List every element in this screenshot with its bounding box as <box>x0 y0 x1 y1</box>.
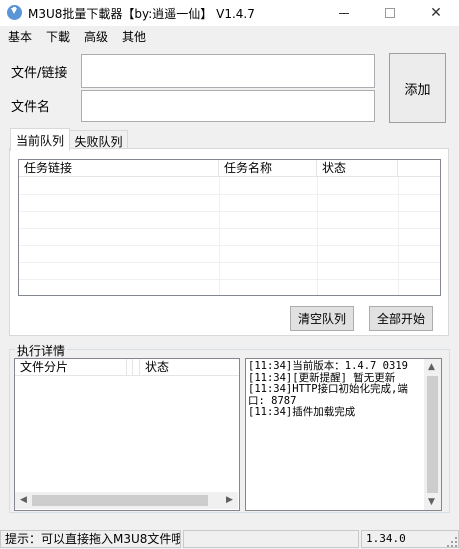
grid-line <box>19 211 440 212</box>
maximize-icon <box>385 8 395 18</box>
log-output[interactable]: [11:34]当前版本：1.4.7 0319 [11:34][更新提醒] 暂无更… <box>245 358 442 511</box>
add-button[interactable]: 添加 <box>389 53 446 123</box>
title-bar: M3U8批量下載器【by:逍遥一仙】 V1.4.7 ✕ <box>0 0 459 26</box>
grid-line <box>19 262 440 263</box>
menu-basic[interactable]: 基本 <box>8 28 32 45</box>
column-segment[interactable]: 文件分片 <box>15 359 127 376</box>
segments-horizontal-scrollbar[interactable]: ◀ ▶ <box>15 492 238 509</box>
scroll-down-icon[interactable]: ▼ <box>428 497 435 507</box>
start-all-button[interactable]: 全部开始 <box>369 306 433 331</box>
segments-table-header: 文件分片 状态 <box>15 359 239 376</box>
file-name-input[interactable] <box>81 90 375 122</box>
window-title: M3U8批量下載器【by:逍遥一仙】 V1.4.7 <box>28 7 255 21</box>
queue-table[interactable]: 任务链接 任务名称 状态 <box>18 159 441 296</box>
status-version: 1.34.0 <box>361 530 459 548</box>
status-hint: 提示：可以直接拖入M3U8文件哦 <box>0 530 181 548</box>
resize-grip-icon[interactable] <box>447 537 457 547</box>
log-vertical-scrollbar[interactable]: ▲ ▼ <box>424 359 441 510</box>
file-link-input[interactable] <box>81 54 375 88</box>
scroll-thumb[interactable] <box>427 376 438 493</box>
clear-queue-button[interactable]: 清空队列 <box>290 306 354 331</box>
grid-line <box>317 177 318 295</box>
queue-table-header: 任务链接 任务名称 状态 <box>19 160 440 177</box>
column-filler <box>398 160 440 177</box>
minimize-icon <box>339 12 349 14</box>
grid-line <box>19 194 440 195</box>
column-task-link[interactable]: 任务链接 <box>19 160 219 177</box>
tab-current-queue[interactable]: 当前队列 <box>10 128 70 151</box>
menu-download[interactable]: 下載 <box>46 28 70 45</box>
column-divider <box>133 359 140 376</box>
column-task-name[interactable]: 任务名称 <box>219 160 317 177</box>
file-name-label: 文件名 <box>11 100 51 115</box>
execution-details-title: 执行详情 <box>15 342 68 359</box>
close-icon: ✕ <box>430 5 442 21</box>
menu-bar: 基本 下載 高级 其他 <box>0 26 459 46</box>
scroll-up-icon[interactable]: ▲ <box>428 362 435 372</box>
grid-line <box>19 279 440 280</box>
grid-line <box>19 228 440 229</box>
status-middle <box>183 530 359 548</box>
grid-line <box>19 245 440 246</box>
scroll-thumb[interactable] <box>32 495 208 506</box>
status-bar: 提示：可以直接拖入M3U8文件哦 1.34.0 <box>0 529 459 549</box>
column-segment-status[interactable]: 状态 <box>140 359 239 376</box>
download-app-icon <box>7 5 22 20</box>
current-queue-panel: 任务链接 任务名称 状态 清空队列 全部开始 <box>9 148 449 336</box>
scroll-right-icon[interactable]: ▶ <box>226 495 233 505</box>
log-text: [11:34]当前版本：1.4.7 0319 [11:34][更新提醒] 暂无更… <box>248 360 408 419</box>
scroll-left-icon[interactable]: ◀ <box>20 495 27 505</box>
close-button[interactable]: ✕ <box>413 0 459 26</box>
grid-line <box>398 177 399 295</box>
file-link-label: 文件/链接 <box>11 66 68 81</box>
menu-other[interactable]: 其他 <box>122 28 146 45</box>
menu-advanced[interactable]: 高级 <box>84 28 108 45</box>
grid-line <box>219 177 220 295</box>
maximize-button[interactable] <box>367 0 413 26</box>
minimize-button[interactable] <box>321 0 367 26</box>
segments-table[interactable]: 文件分片 状态 <box>14 358 240 511</box>
column-status[interactable]: 状态 <box>317 160 398 177</box>
